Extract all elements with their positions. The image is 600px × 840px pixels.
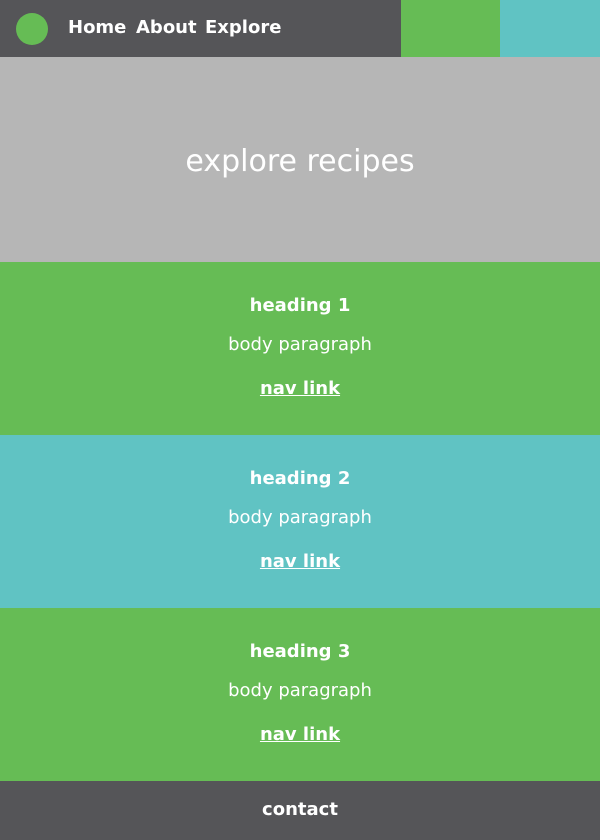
section-nav-link[interactable]: nav link [260,378,340,399]
logo-circle-icon[interactable] [16,13,48,45]
hero-banner: explore recipes [0,57,600,262]
page: Home About Explore explore recipes headi… [0,0,600,840]
section-nav-link-wrapper: nav link [0,378,600,400]
section-nav-link[interactable]: nav link [260,551,340,572]
section-nav-link[interactable]: nav link [260,724,340,745]
section-body: body paragraph [228,334,372,355]
section-body: body paragraph [228,507,372,528]
footer-bar: contact [0,781,600,840]
section-body: body paragraph [228,680,372,701]
content-section-2: heading 2 body paragraph nav link [0,435,600,608]
section-heading: heading 1 [249,295,351,316]
section-heading: heading 3 [249,641,351,662]
nav-home-link[interactable]: Home [68,17,126,39]
header-green-block [401,0,500,57]
top-navigation-bar: Home About Explore [0,0,600,57]
section-heading: heading 2 [249,468,351,489]
nav-about-link[interactable]: About [136,17,197,39]
content-section-3: heading 3 body paragraph nav link [0,608,600,781]
section-nav-link-wrapper: nav link [0,551,600,573]
footer-contact-link[interactable]: contact [0,799,600,821]
hero-title: explore recipes [185,144,415,179]
header-teal-block [500,0,600,57]
section-nav-link-wrapper: nav link [0,724,600,746]
nav-explore-link[interactable]: Explore [205,17,281,39]
content-section-1: heading 1 body paragraph nav link [0,262,600,435]
